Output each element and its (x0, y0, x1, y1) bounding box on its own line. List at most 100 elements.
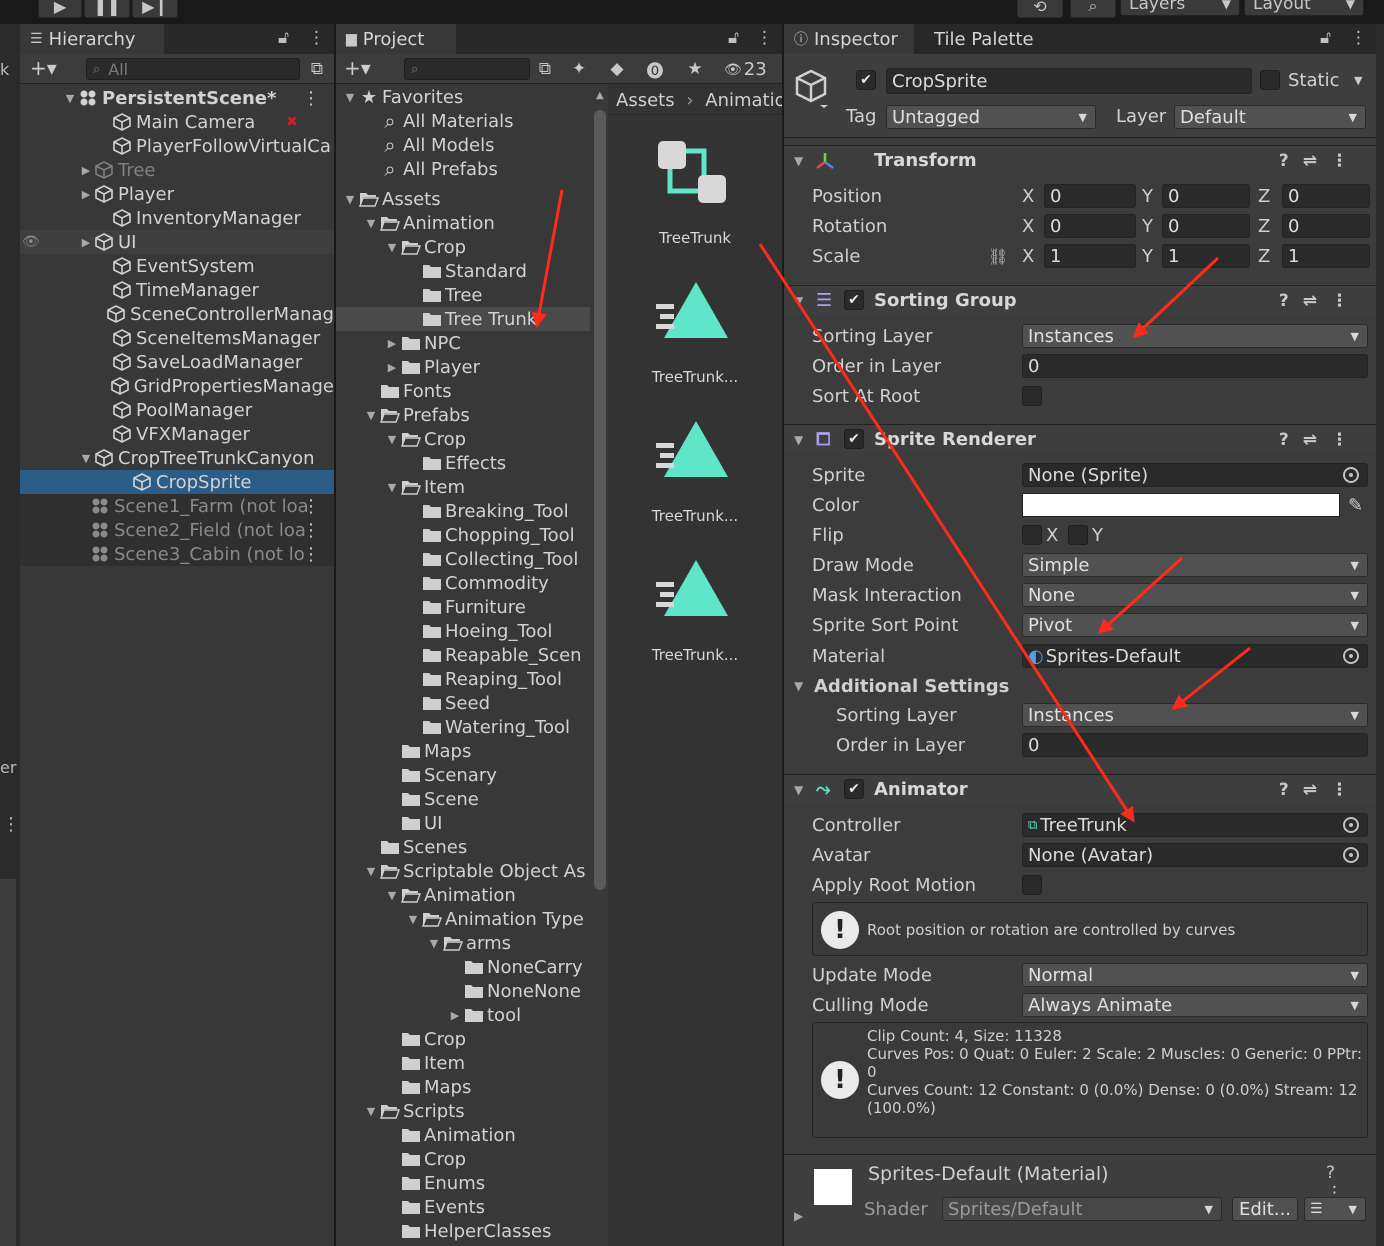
project-tree-item[interactable]: Animation (336, 1123, 590, 1147)
hierarchy-item[interactable]: EventSystem (20, 254, 334, 278)
foldout-arrow-icon[interactable]: ▶ (78, 164, 94, 177)
project-tree-item[interactable]: ▼ Crop (336, 427, 590, 451)
foldout-arrow-icon[interactable]: ▼ (794, 679, 803, 693)
foldout-arrow-icon[interactable]: ▼ (342, 91, 358, 104)
foldout-arrow-icon[interactable]: ▼ (426, 937, 442, 950)
project-tree-item[interactable]: ⌕ All Prefabs (336, 157, 590, 181)
project-tree-item[interactable]: Scenes (336, 835, 590, 859)
project-tree-item[interactable]: ▼ Animation (336, 883, 590, 907)
eyedropper-icon[interactable]: ✎ (1348, 495, 1363, 516)
sorting-group-header[interactable]: ▼ ☰ ✔ Sorting Group ?⇌⋮ (784, 285, 1376, 315)
additional-order-field[interactable]: 0 (1022, 733, 1368, 757)
sprite-renderer-enabled-checkbox[interactable]: ✔ (844, 429, 864, 449)
hierarchy-item[interactable]: SaveLoadManager (20, 350, 334, 374)
animator-header[interactable]: ▼ ⤳ ✔ Animator ?⇌⋮ (784, 774, 1376, 804)
project-tree-item[interactable]: Crop (336, 1027, 590, 1051)
tab-inspector[interactable]: ⓘ Inspector (784, 24, 914, 54)
foldout-arrow-icon[interactable]: ▼ (384, 433, 400, 446)
project-tree-item[interactable]: ▶ tool (336, 1003, 590, 1027)
play-button[interactable]: ▶ (38, 0, 82, 18)
tag-dropdown[interactable]: Untagged ▼ (886, 105, 1096, 129)
project-tree-item[interactable]: NoneNone (336, 979, 590, 1003)
hierarchy-item[interactable]: GridPropertiesManage (20, 374, 334, 398)
component-tools[interactable]: ?⇌⋮ (1279, 151, 1362, 171)
asset-tile[interactable]: TreeTrunk... (608, 413, 782, 543)
position-z-field[interactable]: 0 (1282, 184, 1370, 208)
project-tree-item[interactable]: Reaping_Tool (336, 667, 590, 691)
tab-project[interactable]: ▆ Project (336, 24, 456, 54)
controller-object-field[interactable]: ⧉ TreeTrunk (1022, 813, 1368, 837)
culling-mode-dropdown[interactable]: Always Animate ▼ (1022, 993, 1368, 1017)
project-tree-item[interactable]: Maps (336, 1075, 590, 1099)
scale-y-field[interactable]: 1 (1162, 244, 1250, 268)
kebab-icon[interactable]: ⋮ (756, 28, 773, 48)
additional-settings-row[interactable]: ▼ Additional Settings (784, 671, 1376, 701)
apply-root-motion-checkbox[interactable] (1022, 875, 1042, 895)
filter-type-button[interactable]: ✦ (566, 57, 592, 81)
project-tree-item[interactable]: Tree Trunk (336, 307, 590, 331)
scale-z-field[interactable]: 1 (1282, 244, 1370, 268)
hierarchy-item[interactable]: SceneControllerManag (20, 302, 334, 326)
sorting-layer-dropdown[interactable]: Instances ▼ (1022, 324, 1368, 348)
rotation-x-field[interactable]: 0 (1044, 214, 1136, 238)
component-tools[interactable]: ?⇌⋮ (1279, 291, 1362, 311)
project-tree-item[interactable]: ▼ Scriptable Object As (336, 859, 590, 883)
project-tree-item[interactable]: Item (336, 1051, 590, 1075)
kebab-icon[interactable]: ⋮ (302, 496, 320, 517)
project-tree-item[interactable]: Scenary (336, 763, 590, 787)
object-picker-icon[interactable] (1343, 467, 1359, 483)
search-mode-button[interactable]: ⧉ (532, 57, 558, 81)
scene-visibility-button[interactable]: ⧉ (304, 57, 330, 81)
sort-at-root-checkbox[interactable] (1022, 386, 1042, 406)
foldout-arrow-icon[interactable]: ▼ (78, 452, 94, 465)
component-tools[interactable]: ?⇌⋮ (1279, 780, 1362, 800)
kebab-icon[interactable]: ⋮ (308, 28, 325, 48)
transform-header[interactable]: ▼ Transform ?⇌⋮ (784, 145, 1376, 175)
foldout-arrow-icon[interactable]: ▼ (342, 193, 358, 206)
project-tree-item[interactable]: ▶ Player (336, 355, 590, 379)
foldout-arrow-icon[interactable]: ▼ (62, 92, 78, 105)
additional-sorting-layer-dropdown[interactable]: Instances ▼ (1022, 703, 1368, 727)
scrollbar-thumb[interactable] (594, 110, 606, 890)
hierarchy-item[interactable]: PlayerFollowVirtualCa (20, 134, 334, 158)
static-dropdown-caret[interactable]: ▼ (1354, 74, 1362, 87)
foldout-arrow-icon[interactable]: ▼ (794, 783, 803, 797)
project-tree-item[interactable]: Reapable_Scen (336, 643, 590, 667)
breadcrumb-item[interactable]: Assets (616, 90, 675, 111)
position-x-field[interactable]: 0 (1044, 184, 1136, 208)
sprite-renderer-header[interactable]: ▼ ⧠ ✔ Sprite Renderer ?⇌⋮ (784, 424, 1376, 454)
project-tree-item[interactable]: Commodity (336, 571, 590, 595)
tab-tile-palette[interactable]: Tile Palette (924, 24, 1054, 54)
foldout-arrow-icon[interactable]: ▼ (363, 409, 379, 422)
kebab-icon[interactable]: ⋮ (302, 544, 320, 565)
hierarchy-item[interactable]: CropSprite (20, 470, 334, 494)
project-tree-item[interactable]: ⌕ All Materials (336, 109, 590, 133)
add-button[interactable]: +▾ (344, 56, 371, 80)
object-picker-icon[interactable] (1343, 648, 1359, 664)
foldout-arrow-icon[interactable]: ▶ (384, 337, 400, 350)
lock-icon[interactable]: 🔓︎ (1320, 28, 1331, 48)
foldout-arrow-icon[interactable]: ▼ (363, 865, 379, 878)
hierarchy-item[interactable]: ▶ UI 👁︎ (20, 230, 334, 254)
project-tree-item[interactable]: Scene (336, 787, 590, 811)
hierarchy-item[interactable]: Scene1_Farm (not loa ⋮ (20, 494, 334, 518)
layout-dropdown[interactable]: Layout ▼ (1244, 0, 1364, 16)
layers-dropdown[interactable]: Layers ▼ (1120, 0, 1240, 16)
foldout-arrow-icon[interactable]: ▼ (363, 1105, 379, 1118)
kebab-icon[interactable]: ⋮ (302, 88, 320, 109)
flip-y-checkbox[interactable] (1068, 525, 1088, 545)
log-button[interactable]: ⓿ (642, 57, 668, 82)
foldout-arrow-icon[interactable]: ▼ (384, 241, 400, 254)
mask-interaction-dropdown[interactable]: None ▼ (1022, 583, 1368, 607)
foldout-arrow-icon[interactable]: ▼ (794, 154, 803, 168)
search-button[interactable]: ⌕ (1070, 0, 1116, 18)
breadcrumb-item[interactable]: Animation (705, 90, 782, 111)
foldout-arrow-icon[interactable]: ▼ (794, 433, 803, 447)
scale-x-field[interactable]: 1 (1044, 244, 1136, 268)
sprite-sort-point-dropdown[interactable]: Pivot ▼ (1022, 613, 1368, 637)
foldout-arrow-icon[interactable]: ▶ (78, 236, 94, 249)
history-button[interactable]: ⟲ (1017, 0, 1063, 18)
project-tree-item[interactable]: NoneCarry (336, 955, 590, 979)
foldout-arrow-icon[interactable]: ▶ (384, 361, 400, 374)
project-tree-item[interactable]: Events (336, 1195, 590, 1219)
